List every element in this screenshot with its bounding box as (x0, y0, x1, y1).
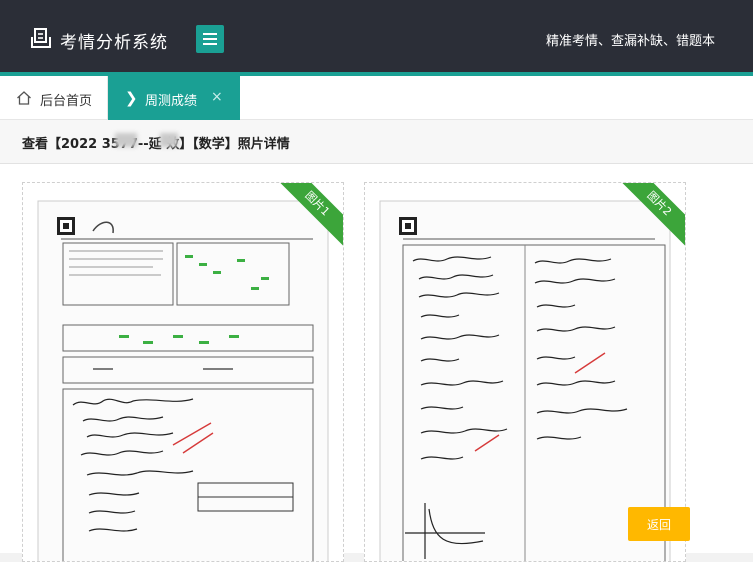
header-slogan: 精准考情、查漏补缺、错题本 (545, 34, 715, 49)
menu-toggle-button[interactable] (196, 25, 224, 53)
photo-card-2[interactable]: 图片2 (364, 182, 686, 562)
app-title: 考情分析系统 (60, 33, 168, 53)
answer-sheet-image (379, 200, 671, 561)
home-icon (17, 91, 31, 105)
tab-home-label: 后台首页 (40, 94, 93, 109)
page-title: 查看【2022 3577--延 效】【数学】照片详情 (22, 137, 290, 152)
back-button[interactable]: 返回 (628, 507, 690, 541)
tab-weekly-scores[interactable]: ❯ 周测成绩 × (108, 76, 240, 120)
top-navigation-bar: 考情分析系统 精准考情、查漏补缺、错题本 (0, 0, 753, 76)
photo-gallery: 图片1 图片2 返回 (0, 164, 753, 562)
tab-weekly-scores-label: 周测成绩 (145, 94, 198, 109)
document-icon (31, 28, 51, 48)
redacted-name-blur (160, 133, 178, 147)
tab-bar: 后台首页 ❯ 周测成绩 × (0, 76, 753, 120)
page-header: 查看【2022 3577--延 效】【数学】照片详情 (0, 120, 753, 164)
tab-home[interactable]: 后台首页 (0, 76, 108, 120)
redacted-id-blur (115, 133, 137, 147)
answer-sheet-image (37, 200, 329, 561)
chevron-right-icon: ❯ (125, 89, 138, 107)
close-icon[interactable]: × (211, 89, 223, 105)
hamburger-icon (203, 33, 217, 35)
photo-card-1[interactable]: 图片1 (22, 182, 344, 562)
